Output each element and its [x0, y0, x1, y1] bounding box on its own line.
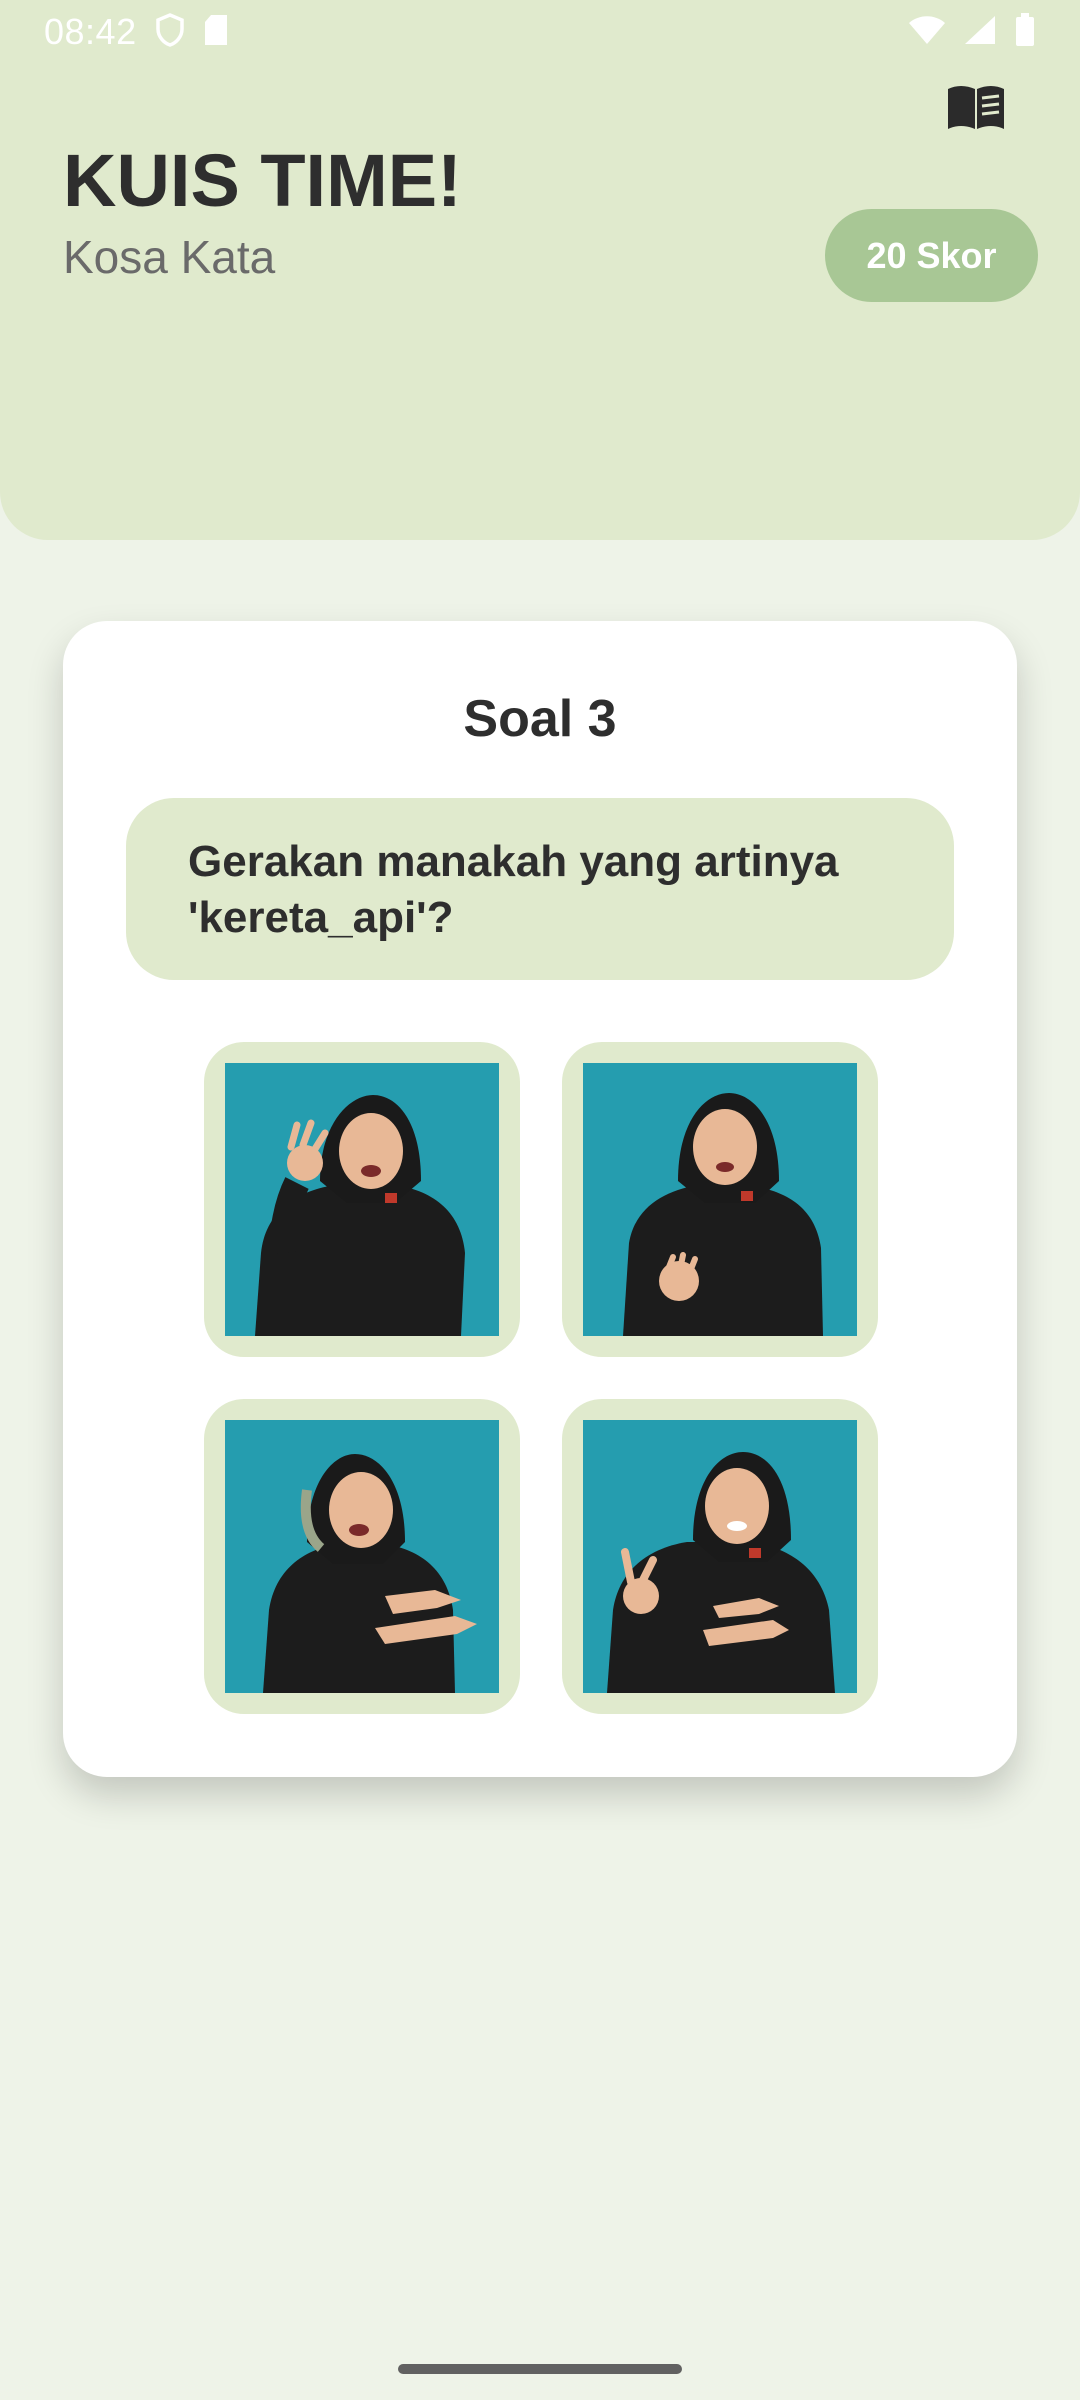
quiz-screen: 08:42 KUIS TIME! Kosa Kata 20 Skor Soal …	[0, 0, 1080, 2400]
wifi-icon	[908, 15, 946, 50]
shield-icon	[155, 12, 185, 52]
sign-image-4	[583, 1420, 857, 1693]
sign-image-2	[583, 1063, 857, 1336]
status-bar: 08:42	[0, 0, 1080, 64]
score-badge: 20 Skor	[825, 209, 1038, 302]
page-subtitle: Kosa Kata	[63, 231, 276, 283]
page-title: KUIS TIME!	[63, 139, 462, 222]
battery-icon	[1014, 12, 1036, 52]
quiz-card: Soal 3 Gerakan manakah yang artinya 'ker…	[63, 621, 1017, 1777]
score-label: 20 Skor	[866, 234, 997, 276]
answer-option-2[interactable]	[562, 1042, 878, 1357]
sign-image-1	[225, 1063, 499, 1336]
sign-image-3	[225, 1420, 499, 1693]
answer-option-1[interactable]	[204, 1042, 520, 1357]
signal-icon	[964, 15, 996, 50]
home-indicator[interactable]	[398, 2364, 682, 2374]
question-text: Gerakan manakah yang artinya 'kereta_api…	[188, 837, 839, 942]
answer-option-4[interactable]	[562, 1399, 878, 1714]
header: 08:42 KUIS TIME! Kosa Kata 20 Skor	[0, 0, 1080, 540]
status-time: 08:42	[44, 11, 137, 52]
question-box: Gerakan manakah yang artinya 'kereta_api…	[126, 798, 954, 980]
sd-card-icon	[203, 14, 229, 51]
question-number: Soal 3	[463, 690, 617, 748]
book-icon[interactable]	[940, 78, 1012, 136]
answer-option-3[interactable]	[204, 1399, 520, 1714]
